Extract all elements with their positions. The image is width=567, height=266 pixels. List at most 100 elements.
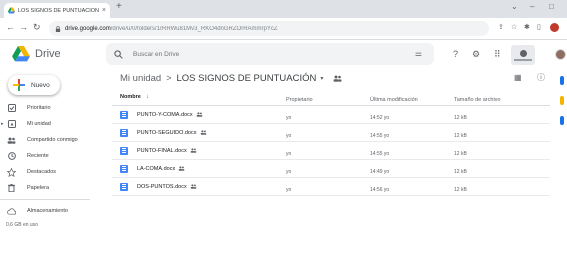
storage-usage-text: 0,6 GB en uso: [6, 222, 38, 228]
sidebar-item-storage[interactable]: Almacenamiento: [0, 203, 100, 219]
column-header-owner[interactable]: Propietario: [286, 97, 313, 103]
file-modified: 14:56 yo: [370, 186, 390, 193]
file-owner: yo: [286, 150, 292, 157]
file-size: 12 kB: [454, 186, 467, 193]
drive-logo-icon[interactable]: [12, 46, 30, 62]
url-path: /drive/u/0/folders/1rRRWu81Mv3_RKO4dnGRZ…: [110, 25, 278, 32]
tab-close-icon[interactable]: ×: [102, 7, 106, 14]
sidebar-item-recent[interactable]: Reciente: [0, 148, 100, 164]
calendar-addon-icon[interactable]: [560, 76, 564, 85]
google-doc-icon: [120, 110, 128, 119]
clock-icon: [7, 152, 16, 161]
sidebar-item-my-drive[interactable]: ▸ Mi unidad: [0, 116, 100, 132]
checkbox-icon: [7, 104, 16, 113]
breadcrumb-separator: >: [166, 73, 172, 83]
table-row[interactable]: PUNTO-FINAL.docx yo 14:55 yo 12 kB: [112, 142, 550, 160]
address-bar[interactable]: drive.google.com /drive/u/0/folders/1rRR…: [49, 21, 489, 36]
drive-product-name[interactable]: Drive: [35, 48, 61, 60]
sidebar-item-label: Reciente: [27, 153, 49, 159]
file-owner: yo: [286, 114, 292, 121]
column-header-modified[interactable]: Última modificación: [370, 97, 418, 103]
search-bar[interactable]: ⚌: [106, 43, 434, 65]
trash-icon: [7, 184, 16, 193]
new-button[interactable]: Nuevo: [8, 75, 60, 95]
storage-label: Almacenamiento: [27, 208, 68, 214]
drive-favicon-icon: [8, 7, 15, 14]
sidebar-item-label: Compartido conmigo: [27, 137, 78, 143]
file-name: PUNTO-Y-COMA.docx: [137, 111, 193, 118]
new-tab-button[interactable]: +: [116, 2, 122, 12]
sidebar-item-trash[interactable]: Papelera: [0, 180, 100, 196]
file-name: PUNTO-SEGUIDO.docx: [137, 129, 197, 136]
sidebar-item-label: Prioritario: [27, 105, 51, 111]
new-button-label: Nuevo: [31, 81, 50, 89]
sidebar-item-priority[interactable]: Prioritario: [0, 100, 100, 116]
table-row[interactable]: PUNTO-SEGUIDO.docx yo 14:55 yo 12 kB: [112, 124, 550, 142]
restore-button[interactable]: □: [549, 3, 554, 11]
lock-icon: [55, 25, 61, 32]
apps-grid-icon[interactable]: ⠿: [494, 50, 501, 59]
file-size: 12 kB: [454, 132, 467, 139]
forward-arrow-icon[interactable]: →: [19, 23, 28, 32]
side-panel-rail: [557, 72, 567, 266]
grid-view-icon[interactable]: ▦: [514, 74, 522, 82]
settings-gear-icon[interactable]: ⚙: [472, 50, 480, 59]
search-options-icon[interactable]: ⚌: [415, 50, 422, 58]
search-icon[interactable]: [114, 49, 123, 59]
sidebar-item-label: Papelera: [27, 185, 50, 191]
breadcrumb-root[interactable]: Mi unidad: [120, 73, 161, 84]
browser-tab[interactable]: LOS SIGNOS DE PUNTUACIÓN - ×: [4, 3, 110, 18]
file-modified: 14:49 yo: [370, 168, 390, 175]
google-doc-icon: [120, 164, 128, 173]
my-drive-icon: [7, 120, 16, 129]
file-modified: 14:52 yo: [370, 114, 390, 121]
tasks-addon-icon[interactable]: [560, 116, 564, 125]
file-size: 12 kB: [454, 114, 467, 121]
sidebar-item-starred[interactable]: Destacados: [0, 164, 100, 180]
info-icon[interactable]: ⓘ: [537, 74, 545, 82]
extensions-icon[interactable]: ✱: [524, 24, 530, 31]
sidebar-item-label: Destacados: [27, 169, 57, 175]
sort-arrow-icon[interactable]: ↓: [146, 94, 149, 100]
table-row[interactable]: PUNTO-Y-COMA.docx yo 14:52 yo 12 kB: [112, 106, 550, 124]
bookmark-star-icon[interactable]: ☆: [511, 24, 517, 31]
profile-icon[interactable]: [550, 23, 559, 32]
account-avatar[interactable]: [555, 49, 566, 60]
cloud-icon: [7, 207, 16, 216]
share-page-icon[interactable]: ⇪: [498, 24, 504, 31]
file-size: 12 kB: [454, 168, 467, 175]
file-name: DOS-PUNTOS.docx: [137, 183, 187, 190]
file-name: PUNTO-FINAL.docx: [137, 147, 187, 154]
tab-title: LOS SIGNOS DE PUNTUACIÓN -: [18, 7, 99, 14]
file-list-header: Nombre ↓ Propietario Última modificación…: [112, 89, 550, 106]
sidebar-item-shared-with-me[interactable]: Compartido conmigo: [0, 132, 100, 148]
search-input[interactable]: [133, 50, 383, 58]
shared-icon: [196, 112, 202, 117]
folder-menu-caret-icon[interactable]: ▾: [320, 75, 323, 82]
sidebar-item-label: Mi unidad: [27, 121, 51, 127]
back-arrow-icon[interactable]: ←: [6, 23, 15, 32]
star-icon: [7, 167, 16, 177]
file-name: LA-COMA.docx: [137, 165, 176, 172]
column-header-name[interactable]: Nombre: [120, 94, 141, 100]
side-panel-icon[interactable]: ▯: [537, 24, 541, 31]
organization-logo[interactable]: [511, 45, 535, 65]
table-row[interactable]: LA-COMA.docx yo 14:49 yo 12 kB: [112, 160, 550, 178]
tab-search-icon[interactable]: ⌄: [511, 3, 518, 11]
drive-header: Drive ⚌ ? ⚙ ⠿: [0, 41, 567, 69]
reload-icon[interactable]: ↻: [33, 23, 41, 32]
minimize-button[interactable]: –: [530, 3, 534, 11]
column-header-size[interactable]: Tamaño de archivo: [454, 97, 500, 103]
file-owner: yo: [286, 186, 292, 193]
keep-addon-icon[interactable]: [560, 96, 564, 105]
google-doc-icon: [120, 146, 128, 155]
expand-caret-icon[interactable]: ▸: [1, 121, 4, 127]
help-icon[interactable]: ?: [453, 50, 458, 59]
table-row[interactable]: DOS-PUNTOS.docx yo 14:56 yo 12 kB: [112, 178, 550, 196]
file-modified: 14:55 yo: [370, 150, 390, 157]
browser-tabstrip: LOS SIGNOS DE PUNTUACIÓN - × + ⌄ – □: [0, 0, 567, 18]
breadcrumb-current-folder[interactable]: LOS SIGNOS DE PUNTUACIÓN: [176, 73, 316, 84]
shared-folder-icon[interactable]: [333, 75, 342, 82]
shared-icon: [200, 130, 206, 135]
breadcrumb: Mi unidad > LOS SIGNOS DE PUNTUACIÓN ▾: [120, 70, 342, 86]
